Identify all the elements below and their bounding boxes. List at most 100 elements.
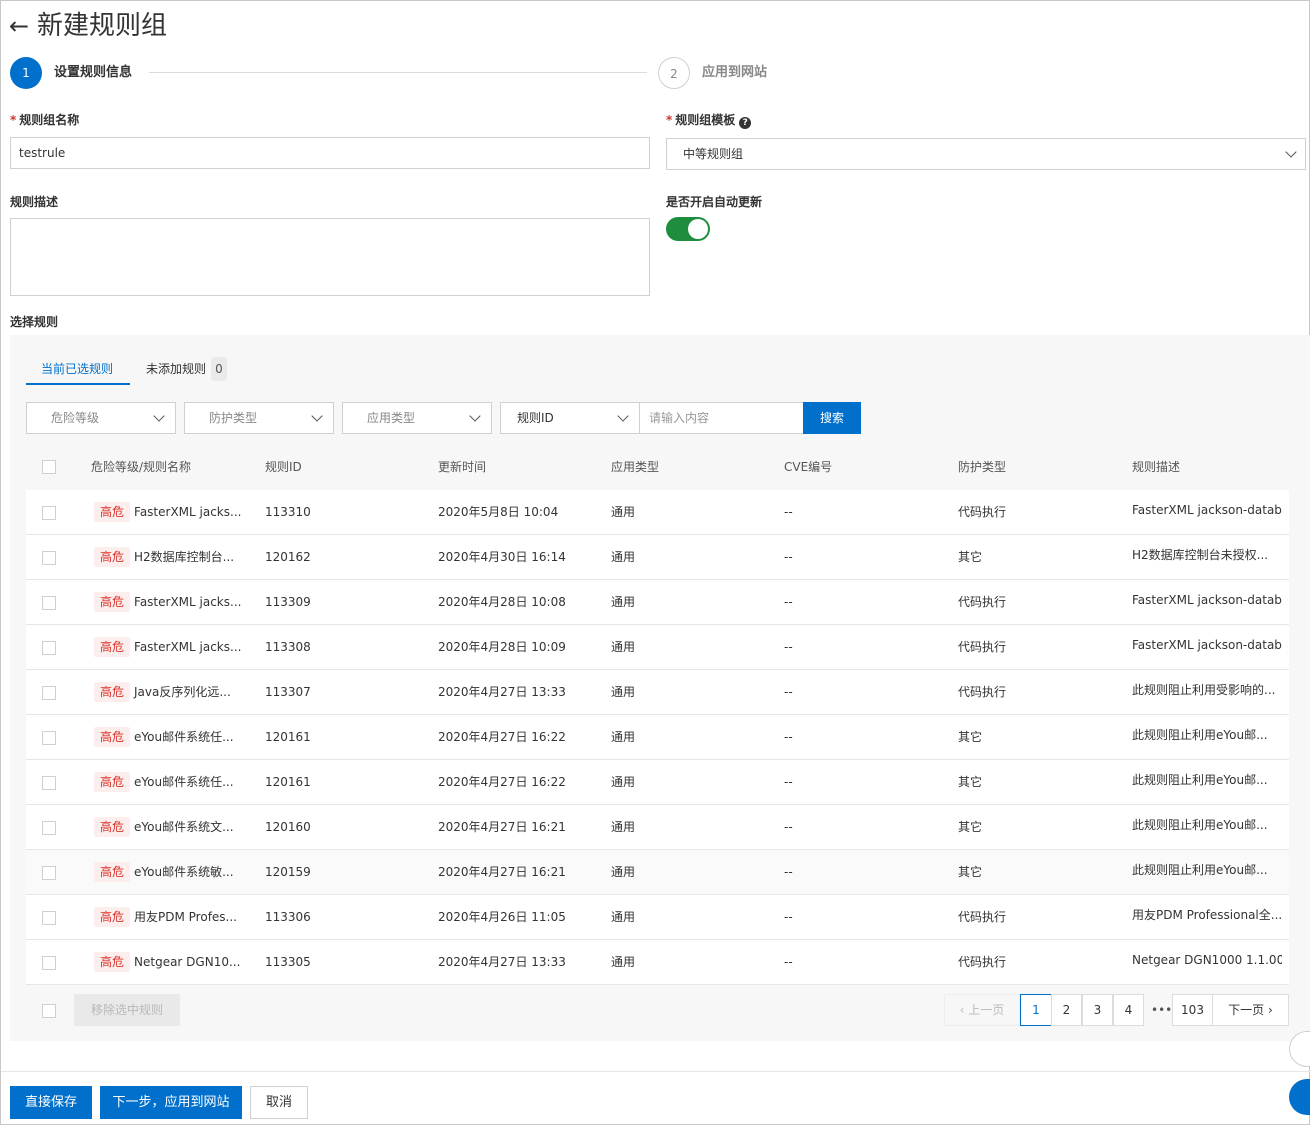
risk-level-badge: 高危: [94, 952, 131, 972]
table-row[interactable]: 高危 eYou邮件系统敏... 120159 2020年4月27日 16:21 通用 --…: [26, 850, 1289, 895]
search-button[interactable]: 搜索: [803, 402, 861, 434]
tab-unadded-rules[interactable]: 未添加规则: [146, 359, 206, 379]
toggle-knob: [688, 219, 708, 239]
rule-name: 用友PDM Profes...: [134, 910, 238, 924]
app-type-filter-label: 应用类型: [367, 411, 416, 425]
page-last-button[interactable]: 103: [1172, 994, 1213, 1026]
rule-cve-cell: --: [784, 550, 793, 564]
rule-cve-cell: --: [784, 775, 793, 789]
rule-description-label: 规则描述: [10, 195, 59, 209]
pagination-ellipsis[interactable]: •••: [1151, 994, 1172, 1026]
footer-divider: [1, 1071, 1310, 1072]
rule-name-cell: 高危 H2数据库控制台...: [94, 535, 244, 580]
tab-selected-rules[interactable]: 当前已选规则: [41, 359, 113, 379]
rule-app-cell: 通用: [611, 730, 636, 744]
rule-app-cell: 通用: [611, 685, 636, 699]
next-step-button[interactable]: 下一步，应用到网站: [100, 1086, 242, 1119]
row-checkbox[interactable]: [42, 686, 56, 700]
row-checkbox[interactable]: [42, 596, 56, 610]
rule-id-cell: 120159: [265, 865, 311, 879]
rule-time-cell: 2020年4月26日 11:05: [438, 910, 566, 924]
protect-type-filter[interactable]: 防护类型: [184, 402, 334, 434]
step-2-label: 应用到网站: [702, 65, 768, 80]
rule-group-name-label: * 规则组名称: [10, 113, 80, 127]
back-arrow-icon[interactable]: ←: [9, 11, 29, 41]
row-checkbox[interactable]: [42, 866, 56, 880]
step-1-label: 设置规则信息: [54, 65, 133, 80]
row-checkbox[interactable]: [42, 821, 56, 835]
rule-group-name-input[interactable]: testrule: [10, 137, 650, 169]
rule-time-cell: 2020年5月8日 10:04: [438, 505, 559, 519]
save-button[interactable]: 直接保存: [10, 1086, 92, 1119]
row-checkbox[interactable]: [42, 776, 56, 790]
step-2-circle: 2: [658, 57, 690, 89]
rule-protect-cell: 代码执行: [958, 640, 1007, 654]
rule-name: H2数据库控制台...: [134, 550, 235, 564]
app-type-filter[interactable]: 应用类型: [342, 402, 492, 434]
rule-name-cell: 高危 eYou邮件系统文...: [94, 805, 244, 850]
page-4-button[interactable]: 4: [1113, 994, 1144, 1026]
select-rules-label: 选择规则: [10, 315, 59, 329]
chevron-down-icon: [1285, 146, 1297, 158]
rule-protect-cell: 其它: [958, 820, 983, 834]
rule-description-textarea[interactable]: [10, 218, 650, 296]
page-1-button[interactable]: 1: [1020, 994, 1052, 1026]
risk-level-badge: 高危: [94, 682, 131, 702]
help-icon[interactable]: ?: [739, 117, 752, 129]
table-row[interactable]: 高危 FasterXML jacks... 113308 2020年4月28日 10:…: [26, 625, 1289, 670]
rule-app-cell: 通用: [611, 550, 636, 564]
rule-id-cell: 120160: [265, 820, 311, 834]
prev-page-button[interactable]: ‹ 上一页: [944, 994, 1020, 1026]
rule-desc-cell: 此规则阻止利用eYou邮...: [1132, 863, 1268, 877]
row-checkbox[interactable]: [42, 956, 56, 970]
rule-time-cell: 2020年4月28日 10:08: [438, 595, 566, 609]
table-row[interactable]: 高危 用友PDM Profes... 113306 2020年4月26日 11:05 通…: [26, 895, 1289, 940]
select-all-checkbox[interactable]: [42, 460, 56, 474]
table-row[interactable]: 高危 eYou邮件系统任... 120161 2020年4月27日 16:22 通用 --…: [26, 715, 1289, 760]
table-row[interactable]: 高危 Netgear DGN10... 113305 2020年4月27日 13:33…: [26, 940, 1289, 985]
rule-id-cell: 120161: [265, 730, 311, 744]
table-row[interactable]: 高危 FasterXML jacks... 113309 2020年4月28日 10:…: [26, 580, 1289, 625]
row-checkbox[interactable]: [42, 551, 56, 565]
risk-level-filter[interactable]: 危险等级: [26, 402, 176, 434]
page-3-button[interactable]: 3: [1082, 994, 1113, 1026]
risk-level-badge: 高危: [94, 727, 131, 747]
apps-float-icon[interactable]: [1289, 1079, 1310, 1115]
rule-name: FasterXML jacks...: [134, 640, 242, 654]
rule-app-cell: 通用: [611, 595, 636, 609]
remove-selected-button[interactable]: 移除选中规则: [74, 994, 180, 1026]
risk-level-badge: 高危: [94, 907, 131, 927]
table-row[interactable]: 高危 H2数据库控制台... 120162 2020年4月30日 16:14 通用 -- 其…: [26, 535, 1289, 580]
rule-time-cell: 2020年4月27日 16:22: [438, 775, 566, 789]
col-header-id: 规则ID: [265, 460, 302, 474]
required-mark: *: [666, 113, 673, 127]
page-2-button[interactable]: 2: [1051, 994, 1082, 1026]
rule-cve-cell: --: [784, 865, 793, 879]
rule-app-cell: 通用: [611, 820, 636, 834]
rule-time-cell: 2020年4月27日 16:21: [438, 820, 566, 834]
search-field-select[interactable]: 规则ID: [500, 402, 640, 434]
rule-desc-cell: 用友PDM Professional全...: [1132, 908, 1282, 922]
table-row[interactable]: 高危 eYou邮件系统文... 120160 2020年4月27日 16:21 通用 --…: [26, 805, 1289, 850]
table-row[interactable]: 高危 Java反序列化远... 113307 2020年4月27日 13:33 通用 --…: [26, 670, 1289, 715]
rule-cve-cell: --: [784, 955, 793, 969]
rule-time-cell: 2020年4月27日 16:22: [438, 730, 566, 744]
col-header-name: 危险等级/规则名称: [91, 460, 192, 474]
rule-app-cell: 通用: [611, 955, 636, 969]
row-checkbox[interactable]: [42, 911, 56, 925]
cancel-button[interactable]: 取消: [250, 1086, 308, 1119]
row-checkbox[interactable]: [42, 641, 56, 655]
rule-group-template-select[interactable]: 中等规则组: [666, 138, 1306, 170]
search-input[interactable]: 请输入内容: [640, 402, 804, 434]
row-checkbox[interactable]: [42, 731, 56, 745]
step-1-circle: 1: [10, 57, 42, 89]
table-row[interactable]: 高危 FasterXML jacks... 113310 2020年5月8日 10:0…: [26, 490, 1289, 535]
auto-update-toggle[interactable]: [666, 217, 710, 241]
next-page-button[interactable]: 下一页 ›: [1212, 994, 1289, 1026]
bottom-select-checkbox[interactable]: [42, 1004, 56, 1018]
table-row[interactable]: 高危 eYou邮件系统任... 120161 2020年4月27日 16:22 通用 --…: [26, 760, 1289, 805]
risk-level-badge: 高危: [94, 862, 131, 882]
rule-desc-cell: Netgear DGN1000 1.1.00...: [1132, 953, 1282, 967]
risk-level-badge: 高危: [94, 502, 131, 522]
row-checkbox[interactable]: [42, 506, 56, 520]
